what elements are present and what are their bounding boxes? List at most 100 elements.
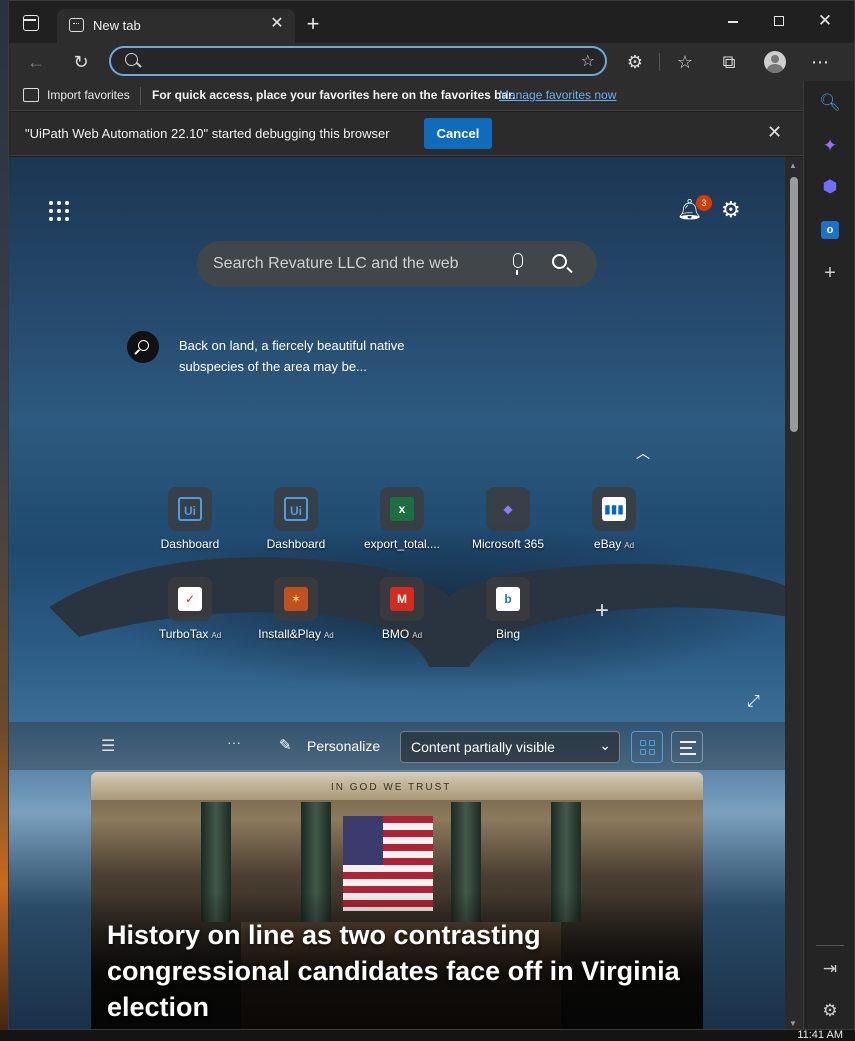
personalize-button[interactable]: ✎ Personalize <box>271 731 383 761</box>
quick-link-label-text: Bing <box>495 627 521 641</box>
quick-link-tile[interactable]: Ui Dashboard <box>135 487 245 567</box>
new-tab-favicon-icon <box>69 18 84 32</box>
app-launcher-icon[interactable] <box>49 201 73 225</box>
sidebar-add-icon[interactable]: + <box>818 261 842 285</box>
quick-link-tile[interactable]: b Bing <box>453 577 563 657</box>
quick-link-tile[interactable]: M BMO Ad <box>347 577 457 657</box>
quick-link-tile[interactable]: ◆ Microsoft 365 <box>453 487 563 567</box>
quick-link-icon-frame: ◆ <box>486 487 530 531</box>
sidebar-copilot-icon[interactable]: ✦ <box>818 134 842 158</box>
image-info-search-icon[interactable] <box>127 331 159 363</box>
list-layout-button[interactable] <box>671 731 703 763</box>
quick-link-label: eBay Ad <box>559 537 669 551</box>
scroll-down-arrow-icon[interactable]: ▼ <box>789 1019 797 1028</box>
collapse-chevron-up-icon[interactable]: ︿ <box>636 443 650 463</box>
game-icon: ✶ <box>284 587 308 611</box>
page-settings-gear-icon[interactable]: ⚙ <box>721 197 741 223</box>
ad-tag: Ad <box>412 631 423 640</box>
tab-close-icon[interactable]: ✕ <box>267 14 287 34</box>
ebay-bag-icon: ▮▮▮ <box>602 497 626 521</box>
address-bar[interactable]: ☆ <box>109 46 607 76</box>
favorites-divider <box>140 87 141 105</box>
quick-link-icon-frame: ▮▮▮ <box>592 487 636 531</box>
sidebar-outlook-icon[interactable]: o <box>818 216 842 240</box>
quick-link-icon-frame: ✓ <box>168 577 212 621</box>
quick-link-label: Dashboard <box>135 537 245 551</box>
scroll-up-arrow-icon[interactable]: ▲ <box>789 161 797 170</box>
quick-link-label-text: Dashboard <box>266 537 326 551</box>
minimize-button[interactable] <box>713 13 753 30</box>
news-image-banner-text: IN GOD WE TRUST <box>331 782 452 793</box>
quick-link-icon-frame: b <box>486 577 530 621</box>
close-infobar-icon[interactable]: ✕ <box>767 122 782 143</box>
back-button[interactable]: ← <box>22 49 50 75</box>
edge-sidebar: 🔍︎ ✦ ⬢ o + ⇥ ⚙ <box>803 81 854 1029</box>
quick-link-label: TurboTax Ad <box>135 627 245 641</box>
content-visibility-dropdown[interactable]: Content partially visible ⌄ <box>400 731 620 763</box>
feed-toolbar: ☰ ··· ✎ Personalize Content partially vi… <box>9 722 785 770</box>
web-search-box[interactable] <box>197 241 597 287</box>
chevron-down-icon: ⌄ <box>599 737 611 753</box>
sidebar-settings-icon[interactable]: ⚙ <box>818 999 842 1023</box>
more-menu-icon[interactable]: ⋯ <box>806 49 834 75</box>
scrollbar-thumb[interactable] <box>790 177 798 432</box>
maximize-button[interactable] <box>759 13 799 30</box>
personalize-icon: ✎ <box>279 737 292 754</box>
grid-layout-button[interactable] <box>631 731 663 763</box>
quick-link-icon-frame: x <box>380 487 424 531</box>
new-tab-button[interactable]: + <box>301 13 325 35</box>
quick-link-tile[interactable]: x export_total.... <box>347 487 457 567</box>
quick-link-label-text: BMO <box>381 627 410 641</box>
quick-link-tile[interactable]: Ui Dashboard <box>241 487 351 567</box>
feed-menu-icon[interactable]: ☰ <box>101 736 115 756</box>
quick-link-label: Install&Play Ad <box>241 627 351 641</box>
taskbar-clock: 11:41 AM <box>797 1029 843 1041</box>
quick-link-icon-frame: Ui <box>274 487 318 531</box>
ad-tag: Ad <box>323 631 334 640</box>
sidebar-hide-icon[interactable]: ⇥ <box>818 957 842 981</box>
quick-link-tile[interactable]: ✓ TurboTax Ad <box>135 577 245 657</box>
quick-link-label-text: Microsoft 365 <box>471 537 545 551</box>
tab-new-tab[interactable]: New tab ✕ <box>57 9 295 43</box>
tab-bar: New tab ✕ + ✕ <box>9 1 854 43</box>
quick-link-label: Bing <box>453 627 563 641</box>
sidebar-microsoft-365-icon[interactable]: ⬢ <box>818 175 842 199</box>
background-image-caption[interactable]: Back on land, a fiercely beautiful nativ… <box>179 335 449 377</box>
quick-link-tile[interactable]: ▮▮▮ eBay Ad <box>559 487 669 567</box>
quick-link-icon-frame: M <box>380 577 424 621</box>
cancel-debugging-button[interactable]: Cancel <box>424 118 492 149</box>
add-quick-link-button[interactable]: + <box>595 597 609 625</box>
manage-favorites-link[interactable]: Manage favorites now <box>499 88 616 102</box>
quick-link-label-text: eBay <box>593 537 622 551</box>
content-visibility-value: Content partially visible <box>411 739 555 755</box>
favorites-icon[interactable]: ☆ <box>671 49 699 75</box>
uipath-icon: Ui <box>284 497 308 521</box>
personalize-label: Personalize <box>307 738 381 754</box>
sidebar-search-icon[interactable]: 🔍︎ <box>818 91 842 115</box>
feed-more-icon[interactable]: ··· <box>227 734 241 750</box>
collections-icon[interactable]: ⧉ <box>715 49 743 75</box>
search-submit-icon[interactable] <box>552 254 567 269</box>
page-scrollbar[interactable]: ▲ ▼ <box>785 157 803 1029</box>
quick-link-tile[interactable]: ✶ Install&Play Ad <box>241 577 351 657</box>
tab-actions-icon[interactable] <box>23 15 39 31</box>
bing-icon: b <box>496 587 520 611</box>
navigation-toolbar: ← ↻ ☆ ⚙ ☆ ⧉ ⋯ <box>9 43 854 81</box>
debugging-infobar: "UiPath Web Automation 22.10" started de… <box>9 112 803 156</box>
close-window-button[interactable]: ✕ <box>805 11 845 31</box>
news-card[interactable]: IN GOD WE TRUST History on line as two c… <box>91 772 703 1029</box>
uipath-icon: Ui <box>178 497 202 521</box>
excel-icon: x <box>390 497 414 521</box>
news-headline[interactable]: History on line as two contrasting congr… <box>107 917 687 1025</box>
add-favorite-star-icon[interactable]: ☆ <box>581 51 595 71</box>
extensions-icon[interactable]: ⚙ <box>621 49 649 75</box>
expand-image-icon[interactable]: ⤢ <box>747 693 760 711</box>
refresh-button[interactable]: ↻ <box>67 49 95 75</box>
microsoft-365-icon: ◆ <box>503 502 513 516</box>
profile-button[interactable] <box>761 49 789 75</box>
import-favorites-button[interactable]: Import favorites <box>47 88 130 102</box>
search-icon <box>125 53 138 66</box>
microphone-icon[interactable] <box>509 251 525 277</box>
web-search-input[interactable] <box>213 253 503 275</box>
address-input[interactable] <box>147 52 567 72</box>
